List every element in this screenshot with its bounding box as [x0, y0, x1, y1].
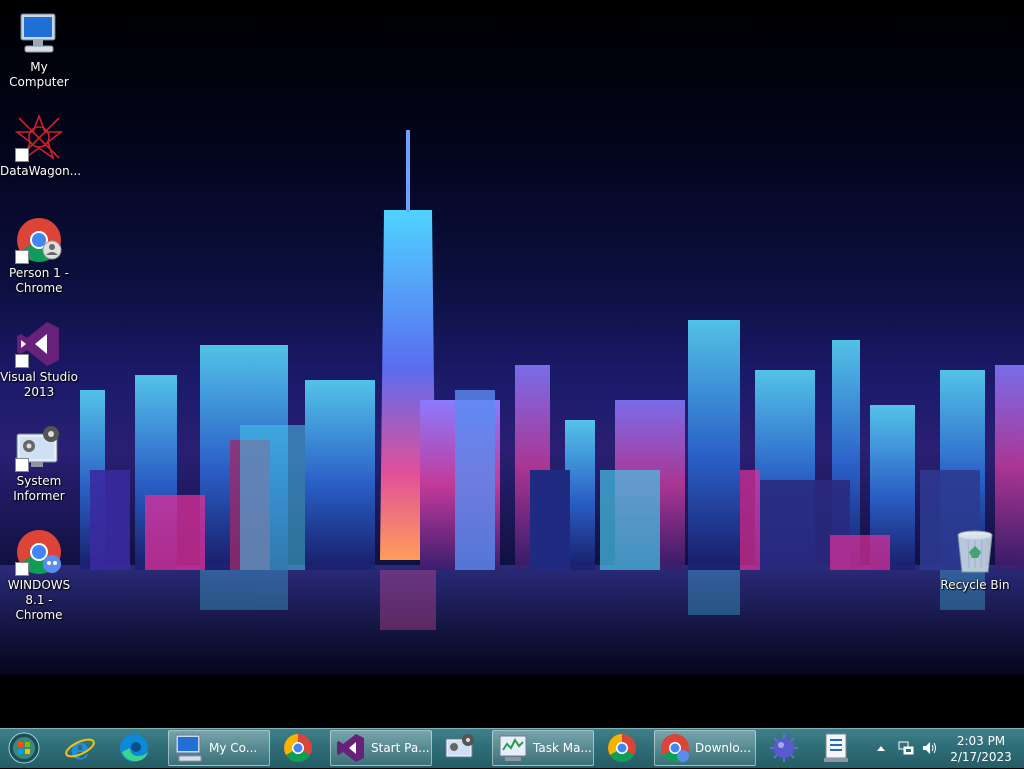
desktop-icon-label: Person 1 - Chrome — [9, 266, 69, 295]
clock[interactable]: 2:03 PM 2/17/2023 — [948, 733, 1014, 765]
taskbar-button-virus-app[interactable] — [764, 730, 810, 766]
start-button[interactable] — [4, 730, 48, 766]
edge-icon — [120, 734, 148, 762]
clock-time: 2:03 PM — [956, 734, 1006, 748]
clock-date: 2/17/2023 — [950, 750, 1012, 764]
start-orb-icon — [8, 732, 40, 764]
desktop: My Computer DataWagon... Person 1 - Chro… — [0, 0, 1024, 728]
desktop-icon-label: Visual Studio 2013 — [0, 370, 78, 399]
desktop-icon-system-informer[interactable]: System Informer — [0, 424, 78, 504]
chrome-profile-icon — [15, 216, 63, 264]
chrome-icon — [608, 734, 636, 762]
desktop-icon-person1-chrome[interactable]: Person 1 - Chrome — [0, 216, 78, 296]
show-hidden-icons-icon[interactable] — [876, 744, 886, 752]
virus-icon — [770, 734, 798, 762]
chrome-icon — [284, 734, 312, 762]
taskbar-button-label: Start Pa... — [371, 741, 430, 755]
checklist-icon — [824, 733, 848, 762]
system-informer-icon — [445, 734, 474, 758]
taskbar-internet-explorer[interactable]: e — [60, 730, 106, 766]
desktop-icon-label: My Computer — [9, 60, 69, 89]
internet-explorer-icon: e — [65, 732, 95, 764]
computer-icon — [175, 734, 202, 762]
volume-icon[interactable] — [922, 740, 938, 756]
taskbar-button-chrome[interactable] — [278, 730, 324, 766]
desktop-icon-my-computer[interactable]: My Computer — [0, 10, 78, 90]
taskbar-button-system-informer[interactable] — [440, 730, 486, 766]
desktop-icon-label: Recycle Bin — [940, 578, 1010, 592]
taskbar-edge[interactable] — [114, 730, 160, 766]
desktop-icon-datawagon[interactable]: DataWagon... — [0, 113, 82, 179]
computer-icon — [15, 10, 63, 58]
chrome-profile-icon — [15, 528, 63, 576]
recycle-bin-icon — [951, 528, 999, 576]
taskbar-button-checklist[interactable] — [816, 730, 862, 766]
city-skyline-wallpaper — [0, 130, 1024, 675]
taskbar-button-chrome-2[interactable] — [602, 730, 648, 766]
taskbar-button-visual-studio[interactable]: Start Pa... — [330, 730, 432, 766]
desktop-icon-label: System Informer — [13, 474, 65, 503]
visual-studio-icon — [337, 734, 364, 762]
datawagon-icon — [14, 113, 64, 162]
svg-text:e: e — [70, 732, 89, 764]
network-icon[interactable] — [898, 740, 914, 756]
shortcut-arrow-icon — [15, 458, 29, 472]
desktop-icon-windows81-chrome[interactable]: WINDOWS 8.1 - Chrome — [0, 528, 78, 623]
desktop-icon-visual-studio[interactable]: Visual Studio 2013 — [0, 320, 78, 400]
taskbar-button-label: My Co... — [209, 741, 258, 755]
taskbar-button-task-manager[interactable]: Task Ma... — [492, 730, 594, 766]
taskbar-button-label: Task Ma... — [533, 741, 592, 755]
taskbar: e My Co... Start Pa... Task Ma... Downlo… — [0, 728, 1024, 768]
chrome-profile-icon — [661, 734, 689, 762]
desktop-icon-label: WINDOWS 8.1 - Chrome — [7, 578, 71, 622]
shortcut-arrow-icon — [15, 148, 29, 162]
taskbar-button-downloads-chrome[interactable]: Downlo... — [654, 730, 756, 766]
visual-studio-icon — [15, 320, 63, 368]
task-manager-icon — [499, 735, 527, 761]
system-tray: 2:03 PM 2/17/2023 — [868, 729, 1024, 769]
system-informer-icon — [15, 424, 63, 472]
shortcut-arrow-icon — [15, 562, 29, 576]
shortcut-arrow-icon — [15, 250, 29, 264]
desktop-icon-label: DataWagon... — [0, 164, 82, 178]
taskbar-button-my-computer[interactable]: My Co... — [168, 730, 270, 766]
taskbar-button-label: Downlo... — [695, 741, 751, 755]
shortcut-arrow-icon — [15, 354, 29, 368]
desktop-icon-recycle-bin[interactable]: Recycle Bin — [936, 528, 1014, 593]
